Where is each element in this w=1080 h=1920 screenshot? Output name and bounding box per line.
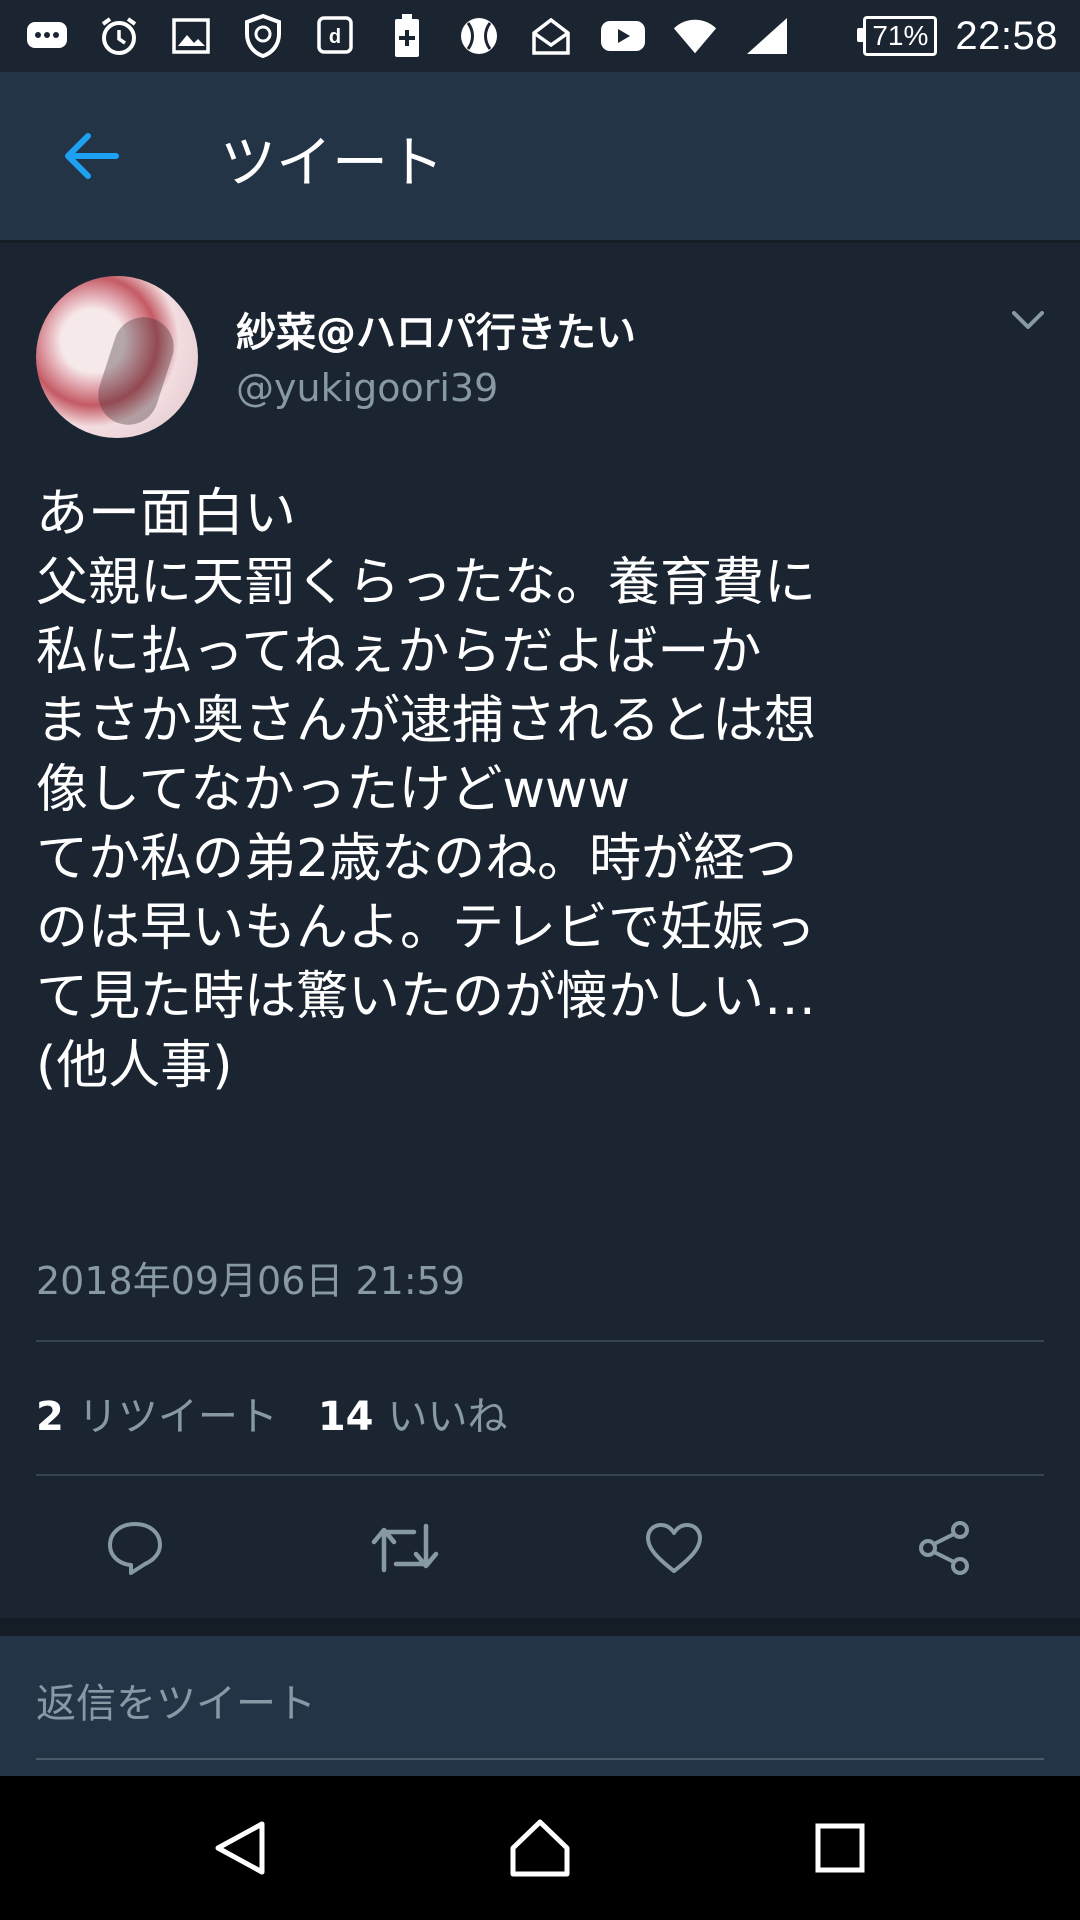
status-clock: 22:58 (955, 13, 1058, 58)
tweet-text: あー面白い 父親に天罰くらったな。養育費に 私に払ってねぇからだよばーか まさか… (36, 480, 1046, 1101)
tweet-action-bar (0, 1510, 1080, 1586)
system-nav-bar (0, 1776, 1080, 1920)
share-icon (919, 1521, 969, 1575)
author-handle[interactable]: @yukigoori39 (236, 366, 498, 410)
svg-text:d: d (329, 26, 341, 48)
home-icon (510, 1819, 570, 1877)
avatar[interactable] (36, 276, 198, 438)
d-app-icon: d (312, 13, 358, 59)
tweet-line: 像してなかったけどwww (36, 760, 631, 820)
retweet-label[interactable]: リツイート (78, 1384, 278, 1442)
reply-button[interactable] (97, 1510, 173, 1586)
mail-icon (528, 13, 574, 59)
divider (36, 1340, 1044, 1342)
tweet-line: 私に払ってねぇからだよばーか (36, 622, 762, 682)
alarm-icon (96, 13, 142, 59)
share-button[interactable] (906, 1510, 982, 1586)
battery-plus-icon (384, 13, 430, 59)
tweet-timestamp: 2018年09月06日 21:59 (36, 1259, 466, 1303)
signal-icon (744, 13, 790, 59)
square-recents-icon (815, 1823, 865, 1873)
tweet-line: て見た時は驚いたのが懐かしい… (36, 967, 817, 1027)
heart-icon (646, 1523, 702, 1573)
retweet-icon (371, 1523, 439, 1573)
tweet-line: のは早いもんよ。テレビで妊娠っ (36, 898, 817, 958)
section-divider (0, 1618, 1080, 1636)
tweet-line: (他人事) (36, 1036, 233, 1096)
reply-icon (108, 1522, 162, 1575)
youtube-icon (600, 13, 646, 59)
tweet-line: まさか奥さんが逮捕されるとは想 (36, 691, 817, 751)
like-button[interactable] (636, 1510, 712, 1586)
baseball-icon (456, 13, 502, 59)
header-divider (0, 240, 1080, 243)
reply-composer (0, 1636, 1080, 1776)
tweet-stats: 2 リツイート 14 いいね (36, 1384, 548, 1442)
status-bar: d 71% 22:58 (0, 0, 1080, 72)
nav-recents-button[interactable] (800, 1812, 880, 1884)
author-display-name[interactable]: 紗菜@ハロパ行きたい (236, 300, 636, 358)
back-button[interactable] (50, 120, 130, 192)
arrow-left-icon (65, 133, 119, 179)
divider (36, 1474, 1044, 1476)
tweet-line: 父親に天罰くらったな。養育費に (36, 553, 817, 613)
wifi-icon (672, 13, 718, 59)
shield-icon (240, 13, 286, 59)
app-header: ツイート (0, 72, 1080, 240)
chevron-down-icon (1012, 311, 1044, 329)
chat-bubble-icon (24, 13, 70, 59)
retweet-count[interactable]: 2 (36, 1394, 64, 1440)
tweet-line: てか私の弟2歳なのね。時が経つ (36, 829, 798, 889)
nav-back-button[interactable] (200, 1812, 280, 1884)
triangle-back-icon (215, 1821, 265, 1875)
like-label[interactable]: いいね (388, 1384, 508, 1442)
reply-input[interactable] (36, 1666, 1044, 1742)
retweet-button[interactable] (367, 1510, 443, 1586)
like-count[interactable]: 14 (318, 1394, 374, 1440)
tweet-menu-button[interactable] (1008, 300, 1048, 340)
nav-home-button[interactable] (500, 1812, 580, 1884)
battery-level: 71% (857, 16, 938, 56)
page-title: ツイート (220, 131, 444, 196)
tweet-line: あー面白い (36, 484, 297, 544)
reply-underline (36, 1758, 1044, 1760)
notification-icons: d (24, 10, 790, 62)
image-icon (168, 13, 214, 59)
